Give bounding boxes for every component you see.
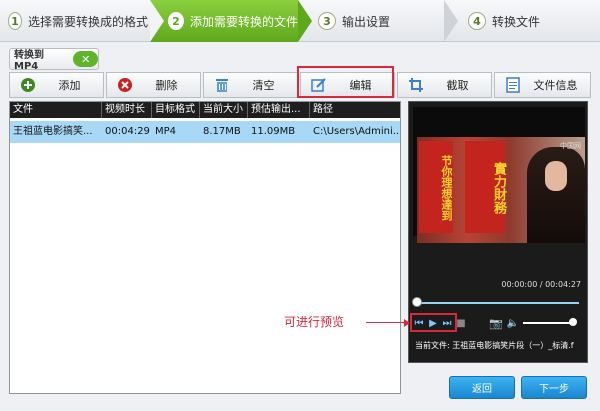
playback-controls-highlight-box [410,313,457,332]
column-header-estimated-output[interactable]: 预估输出... [248,102,310,118]
trash-icon [214,77,230,93]
step-4-label: 转换文件 [492,14,541,29]
convert-to-format-button[interactable]: 转换到 MP4 ✕ [9,48,99,72]
edit-highlight-box [297,66,394,98]
volume-handle[interactable] [569,318,577,326]
column-header-current-size[interactable]: 当前大小 [200,102,248,118]
step-2-number: 2 [168,12,184,30]
step-separator [298,0,312,42]
frame-face [545,161,567,191]
step-1-number: 1 [8,12,22,30]
step-1[interactable]: 1 选择需要转换成的格式 [8,0,148,42]
cell-path: C:\Users\Admini... [313,126,400,137]
column-header-duration[interactable]: 视频时长 [102,102,152,118]
step-2-label: 添加需要转换的文件 [189,14,298,29]
annotation-line [366,322,408,323]
crop-label: 截取 [446,79,469,92]
file-info-label: 文件信息 [533,79,578,92]
column-header-target-format[interactable]: 目标格式 [152,102,200,118]
volume-slider[interactable] [523,322,573,324]
step-3-label: 输出设置 [342,14,391,29]
delete-button[interactable]: 删除 [106,72,201,98]
column-header-file[interactable]: 文件 [10,102,102,118]
annotation-text: 可进行预览 [284,315,345,329]
delete-icon [117,77,133,93]
add-icon [20,77,36,93]
wizard-steps: 1 选择需要转换成的格式 2 添加需要转换的文件 3 输出设置 4 转换文件 [0,0,600,42]
tools-icon: ✕ [73,51,98,67]
step-1-label: 选择需要转换成的格式 [27,14,148,29]
file-info-icon [505,77,521,93]
delete-label: 删除 [155,79,178,92]
back-button[interactable]: 返回 [449,376,515,399]
file-table: 文件 视频时长 目标格式 当前大小 预估输出... 路径 王祖蓝电影搞笑... … [9,101,401,394]
table-header: 文件 视频时长 目标格式 当前大小 预估输出... 路径 [10,102,400,118]
cell-estimated-output: 11.09MB [251,126,296,137]
step-separator [150,0,164,42]
camera-icon[interactable]: 📷 [487,316,505,330]
convert-to-label: 转换到 MP4 [14,50,44,72]
column-header-path[interactable]: 路径 [310,102,400,118]
cell-current-size: 8.17MB [203,126,241,137]
cell-target-format: MP4 [155,126,177,137]
table-row[interactable]: 王祖蓝电影搞笑... 00:04:29 MP4 8.17MB 11.09MB C… [10,121,400,143]
current-file-label: 当前文件: 王祖蓝电影搞笑片段（一）_标清.f [415,341,574,350]
volume-icon[interactable]: 🔈 [507,316,519,330]
seek-bar[interactable] [417,302,579,304]
crop-button[interactable]: 截取 [397,72,492,98]
crop-icon [408,77,424,93]
cell-duration: 00:04:29 [105,126,150,137]
step-separator [444,0,458,42]
stop-icon[interactable]: ■ [456,316,465,330]
video-preview: 节你理想達到 實力財務 中国网 [413,107,585,243]
next-button[interactable]: 下一步 [521,376,587,399]
step-4[interactable]: 4 转换文件 [468,0,588,42]
playback-time: 00:00:00 / 00:04:27 [501,280,581,289]
frame-banner-right: 實力財務 [465,141,506,233]
frame-watermark: 中国网 [560,142,581,150]
step-3[interactable]: 3 输出设置 [318,0,438,42]
step-2[interactable]: 2 添加需要转换的文件 [150,0,298,42]
file-info-button[interactable]: 文件信息 [494,72,591,98]
add-button[interactable]: 添加 [9,72,104,98]
step-4-number: 4 [468,12,486,30]
step-3-number: 3 [318,12,336,30]
cell-file: 王祖蓝电影搞笑... [13,126,93,137]
add-label: 添加 [58,79,81,92]
clear-label: 清空 [252,79,275,92]
frame-banner-left: 节你理想達到 [419,141,453,233]
clear-button[interactable]: 清空 [203,72,298,98]
seek-handle[interactable] [412,297,422,307]
video-frame: 节你理想達到 實力財務 中国网 [417,137,585,243]
